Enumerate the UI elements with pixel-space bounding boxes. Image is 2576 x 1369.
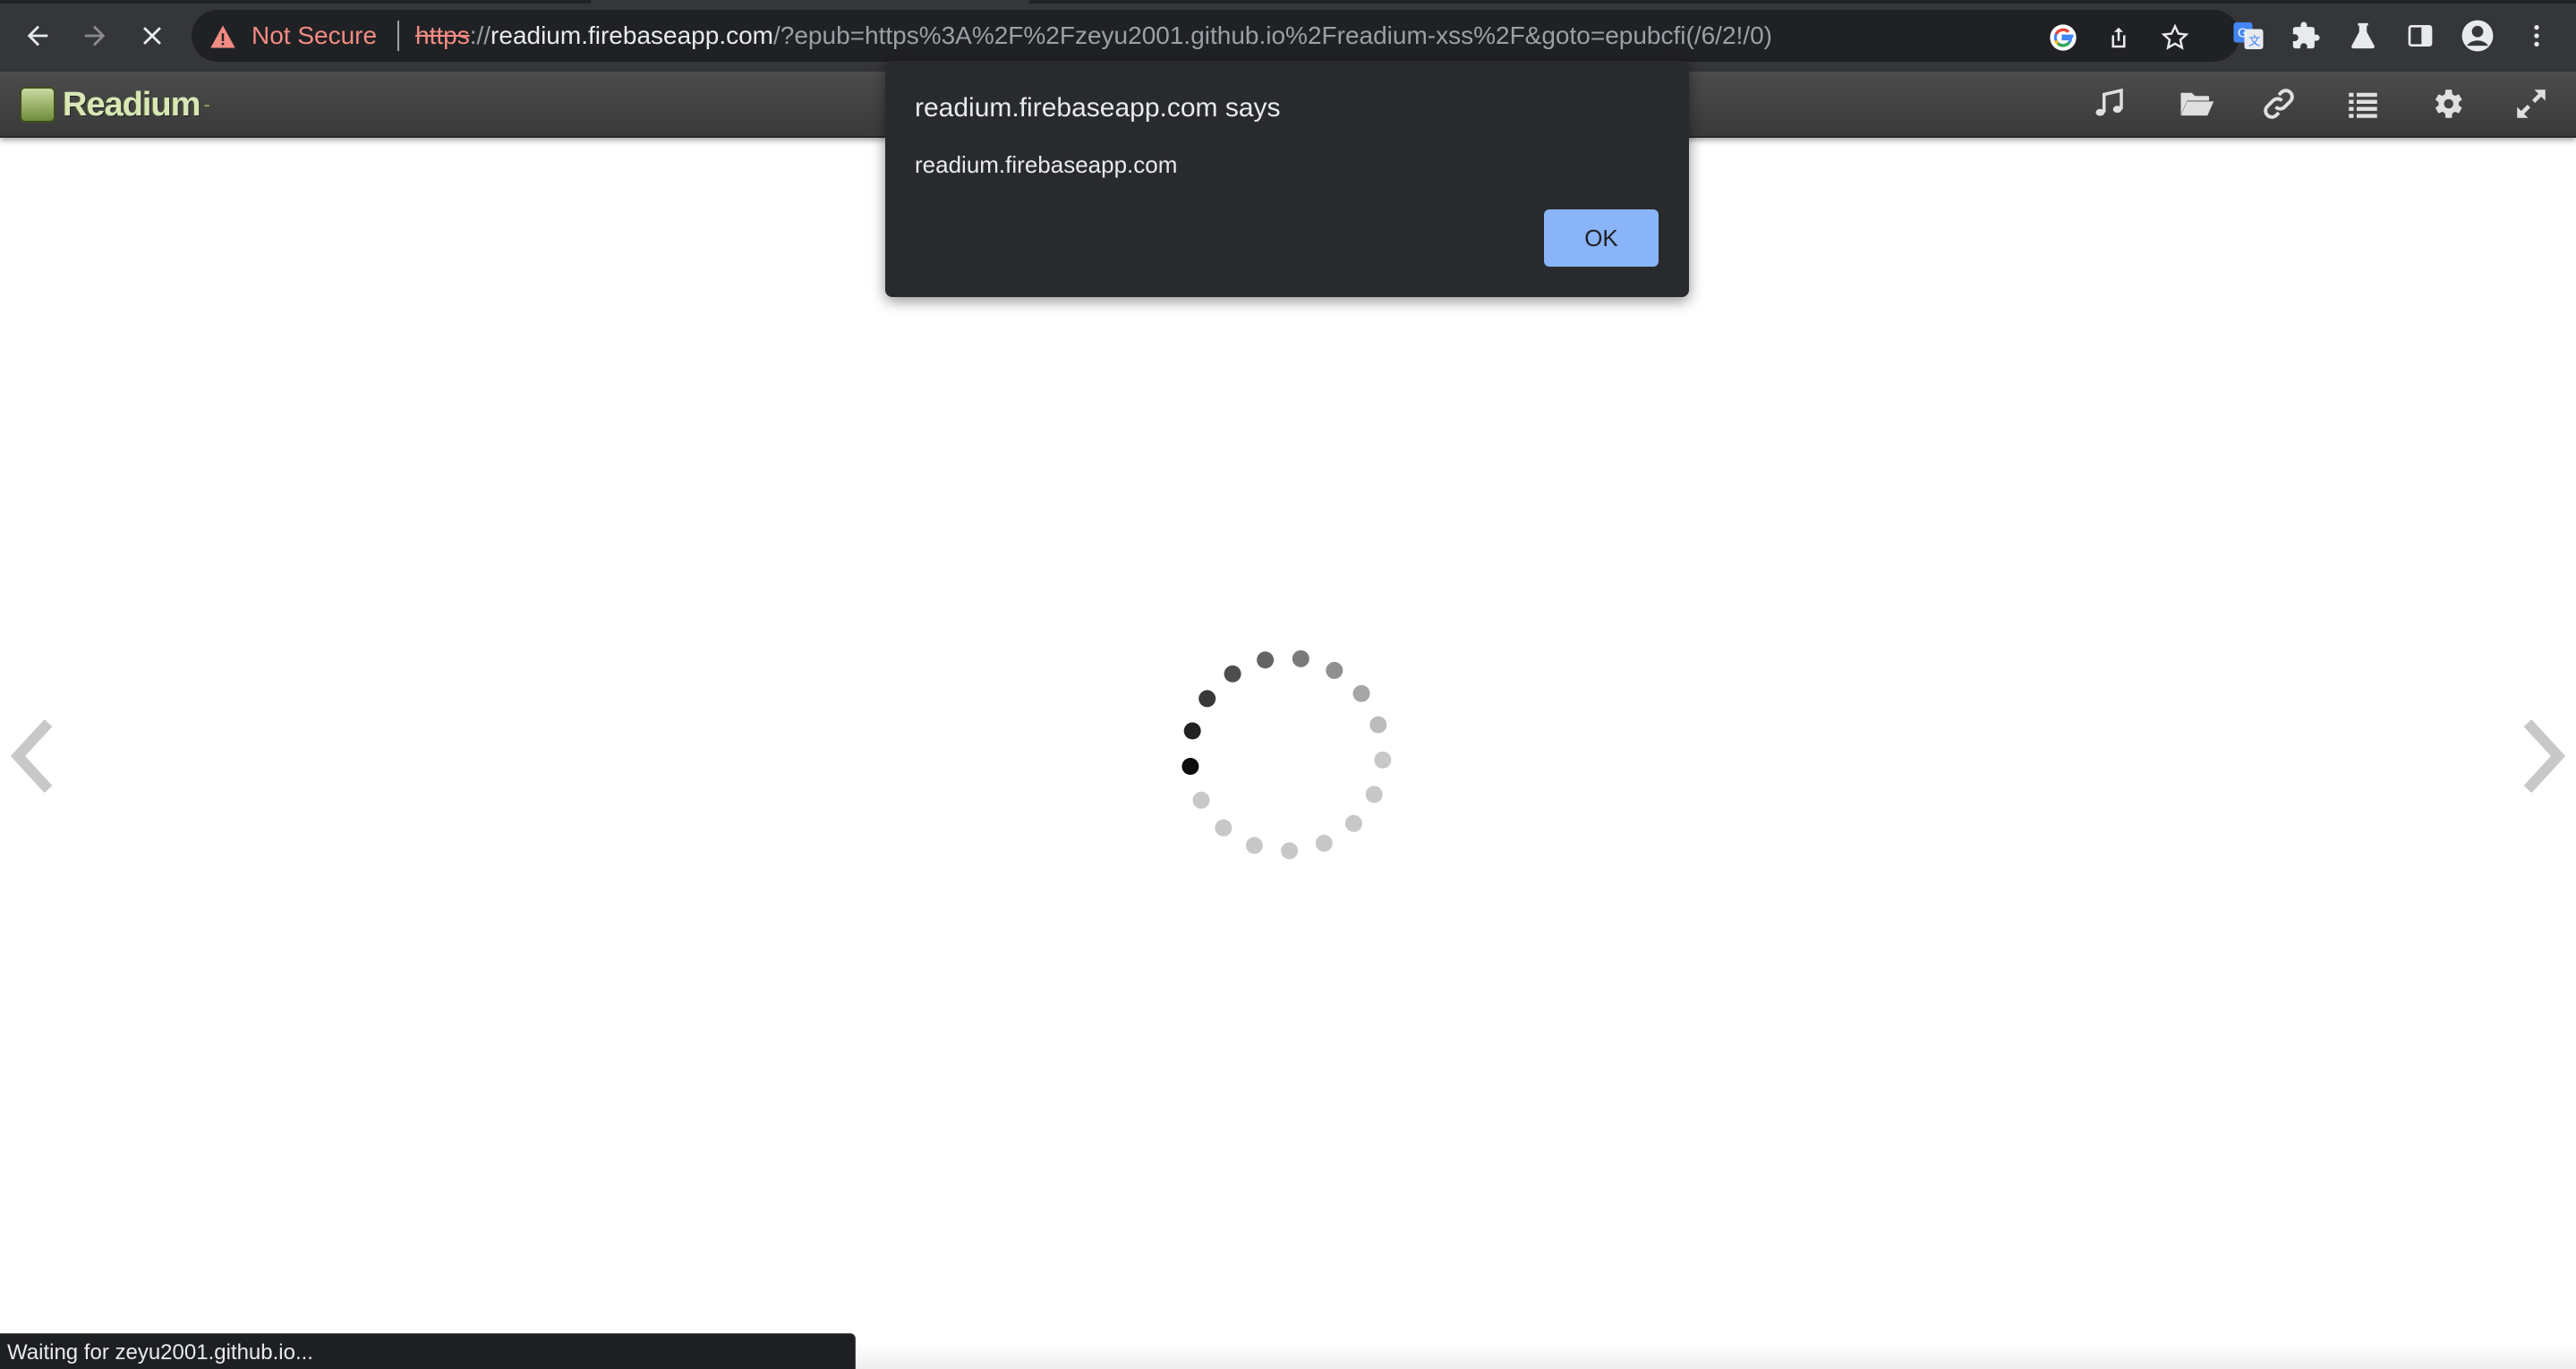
url-host: readium.firebaseapp.com — [490, 21, 773, 49]
spinner-dot — [1215, 819, 1233, 837]
library-icon — [2180, 92, 2214, 116]
spinner-dot — [1245, 837, 1263, 855]
readium-logo-icon — [20, 87, 55, 123]
spinner-dot — [1326, 661, 1343, 679]
avatar-icon — [2461, 20, 2494, 52]
readium-logo-text: Readium — [63, 85, 200, 123]
spinner-dot — [1192, 791, 1210, 809]
spinner-dot — [1365, 786, 1383, 804]
svg-text:G: G — [2238, 27, 2247, 41]
spinner-dot — [1183, 722, 1201, 740]
security-status[interactable]: Not Secure — [252, 22, 377, 49]
translate-extension-button[interactable]: G文 — [2229, 16, 2268, 55]
previous-page-arrow[interactable] — [5, 716, 59, 796]
next-page-arrow[interactable] — [2517, 716, 2571, 796]
back-button[interactable] — [14, 13, 61, 59]
puzzle-icon — [2292, 21, 2320, 49]
link-button[interactable] — [2254, 81, 2304, 127]
svg-text:文: 文 — [2248, 35, 2261, 49]
spinner-dot — [1292, 650, 1309, 667]
readium-logo[interactable]: Readium - — [20, 86, 210, 123]
status-bar: Waiting for zeyu2001.github.io... — [0, 1333, 856, 1369]
settings-button[interactable] — [2422, 81, 2472, 127]
dialog-message: readium.firebaseapp.com — [915, 151, 1178, 178]
spinner-dot — [1315, 834, 1333, 852]
spinner-dot — [1344, 814, 1362, 832]
spinner-dot — [1181, 758, 1199, 775]
page-bottom-edge — [856, 1342, 2576, 1369]
spinner-dot — [1369, 716, 1387, 734]
spinner-dot — [1374, 751, 1392, 769]
fullscreen-icon — [2517, 89, 2546, 118]
link-icon — [2264, 89, 2294, 119]
star-icon — [2161, 23, 2189, 50]
stop-button[interactable] — [129, 13, 175, 59]
spinner-dot — [1352, 684, 1370, 702]
audio-icon — [2095, 88, 2123, 116]
dialog-title: readium.firebaseapp.com says — [915, 93, 1281, 123]
google-lens-button[interactable] — [2048, 22, 2078, 53]
spinner-dot — [1257, 651, 1275, 669]
forward-arrow-icon — [84, 25, 106, 47]
audio-button[interactable] — [2084, 81, 2134, 127]
spinner-dot — [1198, 690, 1216, 708]
warning-icon — [210, 25, 235, 48]
bookmark-button[interactable] — [2160, 22, 2190, 53]
profile-button[interactable] — [2458, 16, 2497, 55]
url-separator: :// — [469, 21, 491, 49]
google-icon — [2050, 24, 2077, 51]
browser-menu-button[interactable] — [2517, 16, 2556, 55]
share-button[interactable] — [2103, 22, 2134, 53]
url-text[interactable]: https://readium.firebaseapp.com/?epub=ht… — [415, 22, 1772, 49]
side-panel-icon — [2408, 25, 2433, 47]
google-translate-icon: G文 — [2233, 22, 2264, 49]
fullscreen-button[interactable] — [2506, 81, 2556, 127]
forward-button[interactable] — [72, 13, 118, 59]
library-button[interactable] — [2171, 81, 2222, 127]
logo-dropdown-icon: - — [203, 93, 210, 115]
back-arrow-icon — [27, 25, 48, 47]
side-panel-button[interactable] — [2401, 16, 2440, 55]
spinner-dot — [1224, 665, 1241, 683]
alert-dialog: readium.firebaseapp.com says readium.fir… — [885, 61, 1689, 297]
spinner-dot — [1281, 842, 1299, 860]
stop-loading-icon — [143, 27, 161, 45]
tab-strip — [0, 0, 2576, 4]
toc-icon — [2349, 92, 2377, 118]
labs-button[interactable] — [2343, 16, 2383, 55]
settings-icon — [2435, 89, 2462, 118]
status-text: Waiting for zeyu2001.github.io... — [7, 1340, 313, 1365]
flask-icon — [2351, 22, 2375, 49]
extensions-button[interactable] — [2286, 16, 2325, 55]
url-path: /?epub=https%3A%2F%2Fzeyu2001.github.io%… — [773, 21, 1772, 49]
omnibox-divider — [397, 21, 399, 51]
ok-button[interactable]: OK — [1544, 209, 1659, 267]
more-vertical-icon — [2534, 25, 2539, 47]
toc-button[interactable] — [2338, 81, 2388, 127]
loading-spinner — [1181, 650, 1392, 860]
address-bar[interactable]: Not Secure https://readium.firebaseapp.c… — [192, 10, 2239, 62]
url-scheme: https — [415, 21, 470, 49]
share-icon — [2111, 27, 2126, 48]
